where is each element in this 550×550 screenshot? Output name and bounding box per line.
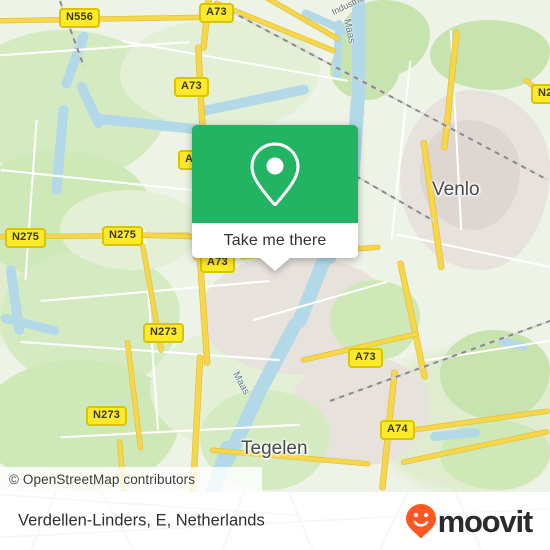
destination-callout-card[interactable]: Take me there — [192, 125, 358, 271]
take-me-there-label: Take me there — [223, 231, 327, 249]
footer-bar: Verdellen-Linders, E, Netherlands moovit — [0, 492, 550, 550]
map-pin-icon — [250, 142, 300, 206]
moovit-wordmark: moovit — [437, 503, 534, 539]
moovit-map-screenshot: Maas Maas Industrie Venlo Tegelen N556 A… — [0, 0, 550, 550]
map-attribution[interactable]: © OpenStreetMap contributors — [0, 467, 262, 492]
moovit-pin-smiley-icon — [405, 504, 436, 539]
road-shield-a73: A73 — [174, 77, 209, 97]
map-canvas[interactable]: Maas Maas Industrie Venlo Tegelen N556 A… — [0, 0, 550, 492]
location-title: Verdellen-Linders, E, Netherlands — [18, 511, 265, 530]
place-label-venlo: Venlo — [432, 179, 480, 200]
road-shield-a73: A73 — [348, 348, 383, 368]
road-shield-a73: A73 — [199, 3, 234, 23]
callout-pin-area — [192, 125, 358, 223]
take-me-there-button[interactable]: Take me there — [192, 223, 358, 258]
attribution-text: © OpenStreetMap contributors — [9, 472, 196, 487]
place-label-tegelen: Tegelen — [241, 438, 308, 459]
road-shield-n275: N275 — [102, 226, 144, 246]
road-shield-n273: N273 — [86, 406, 128, 426]
moovit-logo[interactable]: moovit — [405, 503, 534, 539]
road-shield-n275: N275 — [5, 228, 47, 248]
road-shield-n2: N2 — [531, 84, 550, 104]
road-shield-n556: N556 — [59, 8, 101, 28]
road-shield-a74: A74 — [380, 420, 415, 440]
road-shield-n273: N273 — [143, 323, 185, 343]
callout-pointer — [260, 258, 290, 271]
